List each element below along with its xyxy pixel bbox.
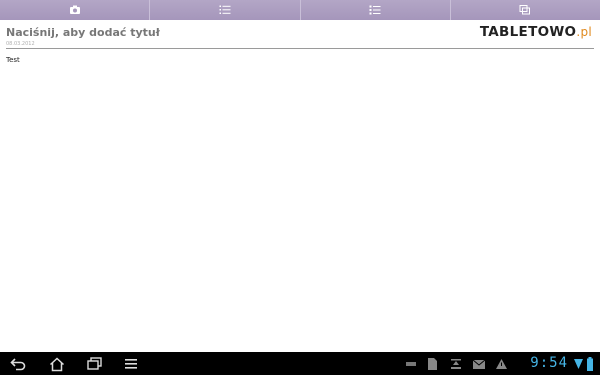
copy-pages-icon [519,5,531,15]
home-icon [49,356,65,371]
back-button[interactable] [9,355,27,373]
numbered-list-icon [219,5,231,14]
back-icon [10,358,26,371]
system-navigation-bar: 9:54 [0,352,600,375]
mail-status [472,355,486,373]
mail-icon [473,359,485,369]
note-date: 08.03.2012 [6,41,35,47]
brand-suffix: .pl [576,25,592,39]
download-status [449,355,463,373]
note-toolbar [0,0,600,20]
numbered-list-button[interactable] [150,0,301,20]
note-title-field[interactable]: Naciśnij, aby dodać tytuł [6,26,160,39]
brand-main: TABLETOWO [479,24,577,40]
camera-icon [69,5,80,14]
bullet-list-button[interactable] [301,0,451,20]
document-icon [427,358,437,370]
file-status [426,355,438,373]
download-tray-icon [451,359,461,369]
menu-button[interactable] [122,355,140,373]
keyboard-status [405,355,417,373]
menu-icon [125,359,137,369]
recent-apps-icon [87,357,102,370]
warning-icon [495,359,507,369]
copy-page-button[interactable] [451,0,600,20]
keyboard-icon [406,362,416,366]
insert-photo-button[interactable] [0,0,151,20]
battery-status [585,355,595,373]
note-body[interactable]: Test [6,56,20,64]
status-clock[interactable]: 9:54 [530,355,568,371]
home-button[interactable] [48,355,66,373]
battery-icon [587,357,593,371]
note-header: Naciśnij, aby dodać tytuł 08.03.2012 TAB… [6,22,596,50]
warning-status [494,355,508,373]
wifi-icon [573,359,583,369]
header-divider [6,48,594,49]
brand-watermark: TABLETOWO.pl [480,24,592,40]
bullet-list-icon [369,5,381,15]
wifi-status [573,355,583,373]
recent-apps-button[interactable] [86,355,104,373]
